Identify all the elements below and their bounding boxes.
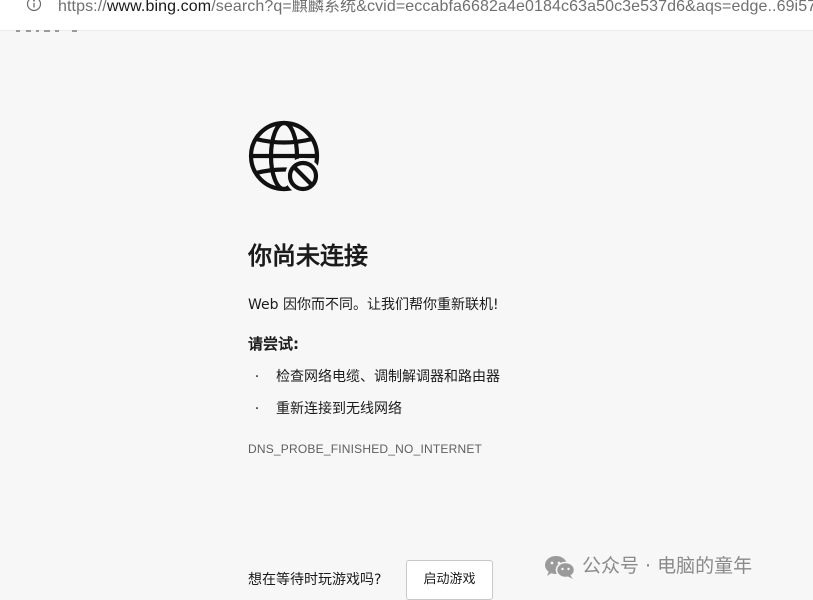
suggestion-text: 检查网络电缆、调制解调器和路由器 (276, 369, 500, 385)
page-subtitle: Web 因你而不同。让我们帮你重新联机! (248, 297, 499, 313)
error-code: DNS_PROBE_FINISHED_NO_INTERNET (248, 442, 483, 456)
wechat-icon (545, 556, 576, 579)
page-heading: 你尚未连接 (248, 242, 368, 270)
address-bar[interactable]: https://www.bing.com/search?q=麒麟系统&cvid=… (0, 0, 813, 31)
suggestion-text: 重新连接到无线网络 (276, 401, 402, 417)
address-url[interactable]: https://www.bing.com/search?q=麒麟系统&cvid=… (58, 0, 813, 20)
list-bullet: · (254, 401, 260, 417)
suggestions-title: 请尝试: (248, 335, 299, 353)
url-host: www.bing.com (106, 0, 212, 15)
render-artifact (14, 30, 84, 33)
info-icon[interactable] (26, 0, 42, 12)
start-game-button[interactable]: 启动游戏 (406, 560, 493, 600)
url-path: /search?q=麒麟系统&cvid=eccabfa6682a4e0184c6… (211, 0, 813, 15)
watermark-text: 公众号 · 电脑的童年 (582, 555, 753, 577)
game-prompt: 想在等待时玩游戏吗? (248, 572, 382, 588)
globe-blocked-icon (248, 120, 320, 192)
list-bullet: · (254, 369, 260, 385)
url-scheme: https:// (58, 0, 107, 15)
